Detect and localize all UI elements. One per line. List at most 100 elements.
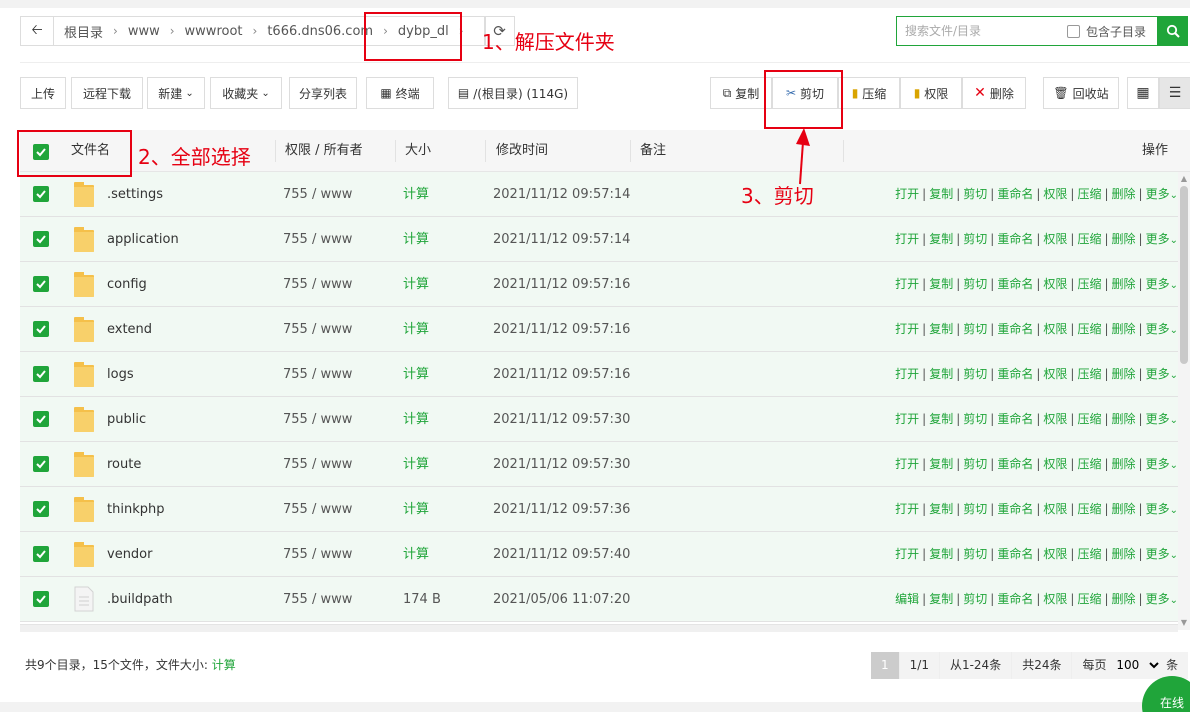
row-op-first[interactable]: 打开 xyxy=(895,547,919,561)
row-op[interactable]: 压缩 xyxy=(1077,187,1101,201)
row-op[interactable]: 重命名 xyxy=(997,412,1033,426)
file-name[interactable]: logs xyxy=(107,352,134,397)
table-row[interactable]: .settings 755 / www 计算 2021/11/12 09:57:14 打… xyxy=(20,172,1178,217)
row-op[interactable]: 剪切 xyxy=(963,232,987,246)
row-op[interactable]: 重命名 xyxy=(997,547,1033,561)
header-size[interactable]: 大小 xyxy=(405,130,431,172)
row-op[interactable]: 更多 xyxy=(1146,547,1170,561)
row-op[interactable]: 剪切 xyxy=(963,187,987,201)
file-name[interactable]: vendor xyxy=(107,532,152,577)
row-op[interactable]: 重命名 xyxy=(997,232,1033,246)
row-op[interactable]: 压缩 xyxy=(1077,502,1101,516)
row-op[interactable]: 压缩 xyxy=(1077,412,1101,426)
scroll-up-icon[interactable]: ▲ xyxy=(1180,174,1188,184)
row-op[interactable]: 权限 xyxy=(1043,457,1067,471)
breadcrumb-item[interactable]: www › xyxy=(128,24,185,39)
row-op[interactable]: 重命名 xyxy=(997,592,1033,606)
compress-button[interactable]: ▮ 压缩 xyxy=(838,77,900,109)
row-op[interactable]: 删除 xyxy=(1112,502,1136,516)
row-op[interactable]: 重命名 xyxy=(997,187,1033,201)
breadcrumb-item[interactable]: 根目录 › xyxy=(64,22,128,41)
remote-download-button[interactable]: 远程下载 xyxy=(71,77,143,109)
file-size[interactable]: 计算 xyxy=(403,262,429,307)
row-op[interactable]: 复制 xyxy=(929,412,953,426)
file-size[interactable]: 计算 xyxy=(403,352,429,397)
file-size[interactable]: 计算 xyxy=(403,217,429,262)
file-name[interactable]: route xyxy=(107,442,141,487)
row-op[interactable]: 剪切 xyxy=(963,592,987,606)
row-op[interactable]: 权限 xyxy=(1043,232,1067,246)
row-op-first[interactable]: 编辑 xyxy=(895,592,919,606)
table-row[interactable]: config 755 / www 计算 2021/11/12 09:57:16 打开 | 复… xyxy=(20,262,1178,307)
file-permission[interactable]: 755 / www xyxy=(283,532,352,577)
file-permission[interactable]: 755 / www xyxy=(283,487,352,532)
row-op-first[interactable]: 打开 xyxy=(895,367,919,381)
breadcrumb-item[interactable]: wwwroot › xyxy=(185,24,268,39)
row-op-first[interactable]: 打开 xyxy=(895,187,919,201)
row-op[interactable]: 删除 xyxy=(1112,547,1136,561)
row-op-first[interactable]: 打开 xyxy=(895,457,919,471)
row-op[interactable]: 压缩 xyxy=(1077,367,1101,381)
file-permission[interactable]: 755 / www xyxy=(283,397,352,442)
row-op[interactable]: 更多 xyxy=(1146,277,1170,291)
row-op[interactable]: 重命名 xyxy=(997,322,1033,336)
file-permission[interactable]: 755 / www xyxy=(283,172,352,217)
row-op-first[interactable]: 打开 xyxy=(895,322,919,336)
list-view-button[interactable]: ☰ xyxy=(1159,77,1190,109)
row-op[interactable]: 更多 xyxy=(1146,367,1170,381)
row-op[interactable]: 重命名 xyxy=(997,502,1033,516)
file-permission[interactable]: 755 / www xyxy=(283,577,352,622)
row-op[interactable]: 更多 xyxy=(1146,232,1170,246)
table-row[interactable]: .buildpath 755 / www 174 B 2021/05/06 11:07… xyxy=(20,577,1178,622)
grid-view-button[interactable]: ▦ xyxy=(1127,77,1159,109)
row-op[interactable]: 删除 xyxy=(1112,322,1136,336)
row-op[interactable]: 权限 xyxy=(1043,187,1067,201)
per-page-select[interactable]: 100 xyxy=(1112,657,1163,673)
row-op[interactable]: 复制 xyxy=(929,322,953,336)
file-name[interactable]: .settings xyxy=(107,172,163,217)
row-op[interactable]: 更多 xyxy=(1146,322,1170,336)
row-op[interactable]: 删除 xyxy=(1112,277,1136,291)
row-op[interactable]: 权限 xyxy=(1043,367,1067,381)
file-size[interactable]: 计算 xyxy=(403,487,429,532)
row-op[interactable]: 权限 xyxy=(1043,547,1067,561)
row-op[interactable]: 更多 xyxy=(1146,457,1170,471)
file-permission[interactable]: 755 / www xyxy=(283,352,352,397)
row-op-first[interactable]: 打开 xyxy=(895,412,919,426)
row-op[interactable]: 复制 xyxy=(929,547,953,561)
row-op[interactable]: 更多 xyxy=(1146,592,1170,606)
share-list-button[interactable]: 分享列表 xyxy=(289,77,357,109)
header-mtime[interactable]: 修改时间 xyxy=(496,130,548,172)
vertical-scrollbar[interactable]: ▲ ▼ xyxy=(1178,172,1190,630)
table-row[interactable]: route 755 / www 计算 2021/11/12 09:57:30 打开 | 复制… xyxy=(20,442,1178,487)
row-op[interactable]: 剪切 xyxy=(963,547,987,561)
recycle-bin-button[interactable]: 🗑 回收站 xyxy=(1043,77,1119,109)
table-row[interactable]: vendor 755 / www 计算 2021/11/12 09:57:40 打开 | 复… xyxy=(20,532,1178,577)
row-op[interactable]: 权限 xyxy=(1043,277,1067,291)
row-op[interactable]: 重命名 xyxy=(997,277,1033,291)
row-op[interactable]: 复制 xyxy=(929,367,953,381)
file-name[interactable]: .buildpath xyxy=(107,577,173,622)
row-op[interactable]: 压缩 xyxy=(1077,547,1101,561)
row-op[interactable]: 复制 xyxy=(929,502,953,516)
row-checkbox[interactable] xyxy=(33,186,49,202)
terminal-button[interactable]: ▦ 终端 xyxy=(366,77,434,109)
file-size[interactable]: 计算 xyxy=(403,172,429,217)
row-op[interactable]: 复制 xyxy=(929,592,953,606)
file-name[interactable]: application xyxy=(107,217,179,262)
row-op[interactable]: 删除 xyxy=(1112,367,1136,381)
calc-size-link[interactable]: 计算 xyxy=(212,658,236,672)
file-size[interactable]: 计算 xyxy=(403,397,429,442)
row-checkbox[interactable] xyxy=(33,501,49,517)
row-checkbox[interactable] xyxy=(33,546,49,562)
table-row[interactable]: logs 755 / www 计算 2021/11/12 09:57:16 打开 | 复制 |… xyxy=(20,352,1178,397)
new-dropdown-button[interactable]: 新建 ⌄ xyxy=(147,77,205,109)
row-op[interactable]: 压缩 xyxy=(1077,322,1101,336)
row-op[interactable]: 权限 xyxy=(1043,592,1067,606)
file-name[interactable]: config xyxy=(107,262,147,307)
include-subdir-checkbox[interactable]: 包含子目录 xyxy=(1067,23,1146,40)
row-op[interactable]: 压缩 xyxy=(1077,277,1101,291)
table-row[interactable]: thinkphp 755 / www 计算 2021/11/12 09:57:36 打开… xyxy=(20,487,1178,532)
file-permission[interactable]: 755 / www xyxy=(283,262,352,307)
row-op[interactable]: 权限 xyxy=(1043,502,1067,516)
